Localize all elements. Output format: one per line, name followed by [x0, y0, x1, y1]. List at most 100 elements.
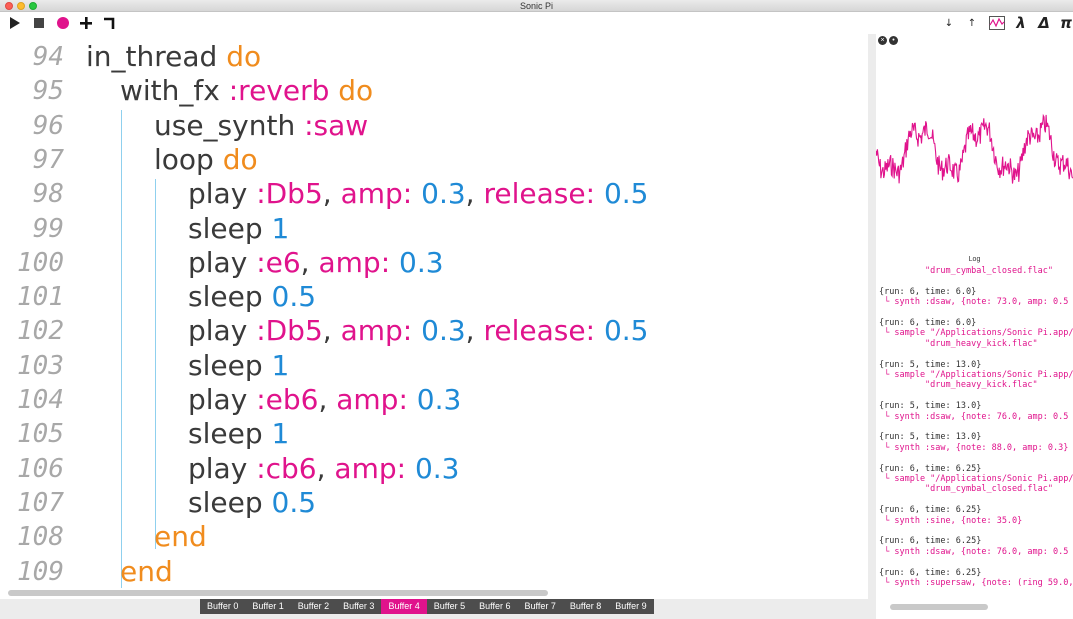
code-token: :cb6 — [256, 451, 317, 485]
line-number: 95 — [32, 76, 64, 107]
tab-buffer-9[interactable]: Buffer 9 — [608, 599, 654, 614]
decrease-text-icon[interactable]: ↓ — [944, 15, 954, 31]
code-line[interactable]: sleep 1 — [188, 417, 289, 450]
tab-buffer-2[interactable]: Buffer 2 — [290, 599, 337, 614]
code-token: play — [188, 451, 257, 485]
add-icon — [80, 17, 92, 29]
code-editor[interactable]: 94 in_thread do 95 with_fx :reverb do 96 use_… — [0, 34, 868, 599]
audio-scope — [876, 113, 1073, 184]
log-run-header: {run: 6, time: 6.25} — [879, 536, 982, 547]
code-line[interactable]: sleep 1 — [188, 349, 289, 382]
tab-buffer-6[interactable]: Buffer 6 — [472, 599, 518, 614]
close-scope-icon[interactable]: × — [878, 36, 887, 45]
code-line[interactable]: use_synth :saw — [154, 109, 368, 142]
code-token: :Db5 — [256, 177, 323, 211]
right-panel: × • Log "drum_cymbal_closed.flac" {run: 6… — [876, 34, 1073, 619]
tab-buffer-7[interactable]: Buffer 7 — [517, 599, 563, 614]
tab-buffer-0[interactable]: Buffer 0 — [200, 599, 246, 614]
code-line[interactable]: in_thread do — [86, 40, 261, 73]
log-run-header: {run: 6, time: 6.0} — [879, 286, 977, 297]
stop-icon — [34, 18, 44, 28]
lambda-icon[interactable]: λ — [1014, 14, 1028, 32]
new-button[interactable] — [79, 15, 93, 31]
code-token: , — [322, 177, 341, 211]
horizontal-scrollbar[interactable] — [8, 590, 548, 596]
align-icon — [104, 17, 115, 29]
record-button[interactable] — [56, 15, 70, 31]
code-token: sleep — [188, 348, 272, 382]
line-number: 108 — [17, 522, 64, 553]
code-line[interactable]: play :Db5, amp: 0.3, release: 0.5 — [188, 177, 648, 210]
code-token: , — [322, 314, 341, 348]
line-number: 103 — [17, 350, 64, 381]
log-action: "drum_heavy_kick.flac" — [879, 380, 1038, 391]
code-token: 0.5 — [603, 314, 649, 348]
log-scrollbar[interactable] — [890, 604, 988, 610]
code-line[interactable]: sleep 0.5 — [188, 280, 316, 313]
tab-buffer-1[interactable]: Buffer 1 — [245, 599, 291, 614]
code-token: :saw — [304, 108, 369, 142]
log-action: └ synth :supersaw, {note: (ring 59.0, — [879, 578, 1073, 589]
pane-divider[interactable] — [868, 34, 876, 619]
code-token: amp: — [340, 177, 413, 211]
tab-buffer-5[interactable]: Buffer 5 — [426, 599, 473, 614]
title-bar: Sonic Pi — [0, 0, 1073, 12]
log-spacer — [879, 526, 1073, 536]
log-action: "drum_cymbal_closed.flac" — [879, 266, 1053, 276]
log-run-header: {run: 6, time: 6.25} — [879, 567, 982, 578]
code-token: sleep — [188, 280, 272, 314]
code-line[interactable]: play :eb6, amp: 0.3 — [188, 383, 461, 416]
code-line[interactable]: with_fx :reverb do — [120, 74, 373, 107]
code-line[interactable]: play :Db5, amp: 0.3, release: 0.5 — [188, 314, 648, 347]
code-token: play — [188, 245, 257, 279]
log-action: └ synth :dsaw, {note: 76.0, amp: 0.5 — [879, 546, 1069, 557]
log-action: "drum_cymbal_closed.flac" — [879, 484, 1053, 495]
log-action: "drum_heavy_kick.flac" — [879, 338, 1038, 349]
delta-icon[interactable]: Δ — [1037, 14, 1051, 32]
code-token: play — [188, 314, 257, 348]
align-button[interactable] — [102, 15, 116, 31]
code-token: amp: — [318, 245, 391, 279]
code-token: 0.5 — [271, 485, 317, 519]
scope-toggle-button[interactable] — [988, 15, 1006, 31]
pi-icon[interactable]: π — [1060, 14, 1072, 32]
line-number: 99 — [32, 213, 64, 244]
code-line[interactable]: end — [120, 555, 173, 588]
tab-buffer-3[interactable]: Buffer 3 — [336, 599, 382, 614]
run-icon — [10, 17, 20, 29]
code-line[interactable]: sleep 0.5 — [188, 486, 316, 519]
code-line[interactable]: end — [154, 520, 207, 553]
line-number: 107 — [17, 487, 64, 518]
code-token: , — [300, 245, 319, 279]
code-token: , — [316, 451, 335, 485]
tab-buffer-4[interactable]: Buffer 4 — [381, 599, 427, 614]
line-number: 109 — [17, 556, 64, 587]
code-line[interactable]: play :e6, amp: 0.3 — [188, 246, 444, 279]
run-button[interactable] — [8, 15, 22, 31]
line-number: 105 — [17, 419, 64, 450]
log-action: └ sample "/Applications/Sonic Pi.app/ — [879, 328, 1073, 339]
code-token: release: — [483, 177, 596, 211]
code-token: in_thread — [86, 40, 227, 73]
code-token: loop — [154, 142, 223, 176]
code-line[interactable]: play :cb6, amp: 0.3 — [188, 452, 460, 485]
stop-button[interactable] — [32, 15, 46, 31]
code-line[interactable]: loop do — [154, 143, 258, 176]
code-token: release: — [483, 314, 596, 348]
log-run-header: {run: 6, time: 6.25} — [879, 463, 982, 474]
options-scope-icon[interactable]: • — [889, 36, 898, 45]
log-run-header: {run: 5, time: 13.0} — [879, 432, 982, 443]
code-line[interactable]: sleep 1 — [188, 212, 289, 245]
log-spacer — [879, 453, 1073, 463]
code-token: 0.3 — [414, 451, 460, 485]
tab-buffer-8[interactable]: Buffer 8 — [562, 599, 609, 614]
line-number: 97 — [32, 144, 64, 175]
increase-text-icon[interactable]: ↑ — [967, 15, 977, 31]
code-token: sleep — [188, 211, 272, 245]
